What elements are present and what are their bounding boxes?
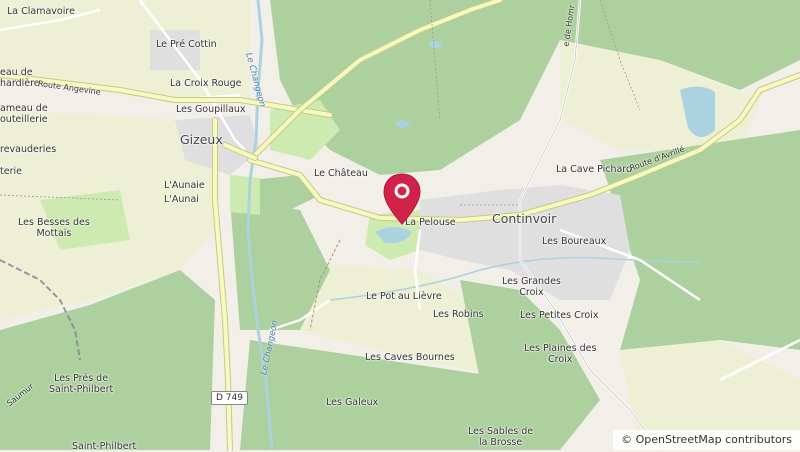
place-la-clamavoire: La Clamavoire	[7, 6, 75, 17]
place-continvoir: Continvoir	[492, 211, 557, 226]
place-les-galeux: Les Galeux	[326, 397, 379, 408]
place-les-plaines-des-croix: Les Plaines des Croix	[524, 343, 597, 365]
place-terie: terie	[0, 166, 22, 177]
place-hameau-bouteillerie: ameau de outeillerie	[0, 103, 48, 125]
place-le-chateau: Le Château	[314, 168, 368, 179]
place-le-pre-cottin: Le Pré Cottin	[156, 39, 217, 50]
place-la-cave-pichard: La Cave Pichard	[556, 164, 633, 175]
place-les-caves-bournes: Les Caves Bournes	[365, 352, 455, 363]
place-le-pot-au-lievre: Le Pot au Lièvre	[366, 291, 442, 302]
place-les-boureaux: Les Boureaux	[542, 236, 607, 247]
location-pin-icon[interactable]	[382, 172, 422, 228]
place-hameau-chardiere: eau de hardière	[0, 67, 40, 89]
place-les-sables-de-la-brosse: Les Sables de la Brosse	[468, 426, 534, 448]
place-saint-philbert: Saint-Philbert	[72, 441, 137, 452]
place-la-croix-rouge: La Croix Rouge	[170, 78, 242, 89]
place-les-robins: Les Robins	[433, 309, 484, 320]
place-les-pres-de-saint-philbert: Les Prés de Saint-Philbert	[49, 373, 114, 395]
place-les-grandes-croix: Les Grandes Croix	[502, 276, 561, 298]
place-les-besses-des-mottais: Les Besses des Mottais	[18, 217, 90, 239]
place-les-petites-croix: Les Petites Croix	[520, 310, 599, 321]
road-shield-d749: D 749	[211, 391, 248, 405]
place-gizeux: Gizeux	[180, 132, 223, 147]
map-attribution[interactable]: © OpenStreetMap contributors	[613, 430, 800, 450]
place-launaie: L'Aunaie	[164, 180, 205, 191]
place-les-goupillaux: Les Goupillaux	[176, 104, 246, 115]
place-trevauderies: revauderies	[0, 144, 57, 155]
place-launai: L'Aunai	[164, 194, 199, 205]
